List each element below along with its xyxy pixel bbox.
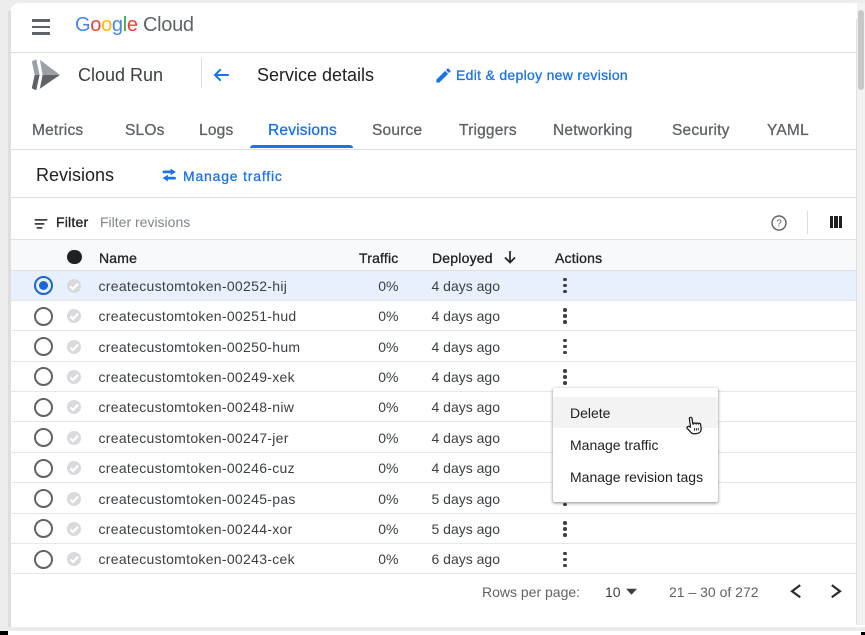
svg-text:?: ? <box>776 219 782 230</box>
